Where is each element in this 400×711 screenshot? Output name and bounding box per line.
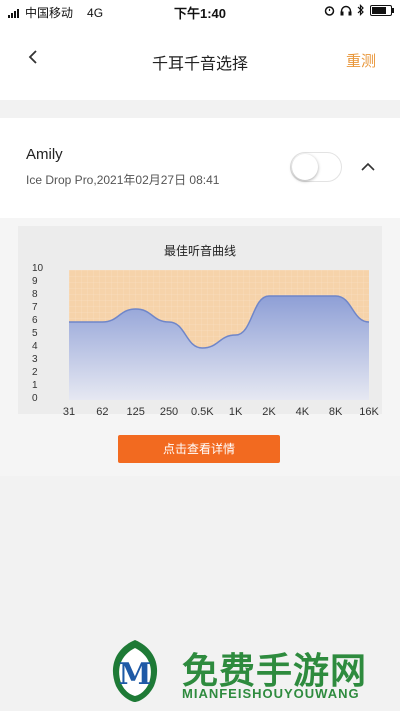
status-right [324,4,394,16]
chart-section: 最佳听音曲线 10 9 8 7 6 5 4 3 2 1 0 31 62 125 250 0.5K 1K 2K 4K… [0,218,400,476]
x-tick-label: 31 [62,406,76,418]
battery-icon [370,4,394,16]
profile-card: Amily Ice Drop Pro,2021年02月27日 08:41 [0,118,400,218]
battery-fill [372,6,386,14]
headphones-icon [340,5,352,15]
hearing-curve-chart [69,270,369,400]
y-tick-label: 8 [32,289,38,300]
page-title: 千耳千音选择 [151,56,248,73]
x-tick-label: 250 [159,406,179,418]
y-tick-label: 10 [32,263,44,274]
y-tick-label: 0 [32,393,38,404]
watermark-logo-letter: M [118,657,151,692]
x-tick-label: 2K [262,406,276,418]
alarm-icon [324,5,335,16]
x-tick-label: 0.5K [191,406,214,418]
y-tick-label: 6 [32,315,38,326]
bluetooth-icon [357,4,364,16]
watermark-logo-icon: M [112,640,158,702]
y-tick-label: 5 [32,328,38,339]
chart-title: 最佳听音曲线 [163,244,236,258]
retest-button[interactable]: 重测 [346,50,376,71]
profile-device-info: Ice Drop Pro,2021年02月27日 08:41 [26,173,220,187]
chevron-up-icon[interactable] [361,162,375,172]
nav-bar: 千耳千音选择 重测 [0,22,400,100]
status-bar: 中国移动 4G 下午1:40 [0,0,400,22]
toggle-knob [292,154,318,180]
y-tick-label: 9 [32,276,38,287]
y-tick-label: 4 [32,341,38,352]
y-tick-label: 7 [32,302,38,313]
y-tick-label: 1 [32,380,38,391]
x-tick-label: 4K [295,406,310,418]
view-details-button[interactable]: 点击查看详情 [118,435,280,463]
watermark: M 免费手游网 MIANFEISHOUYOUWANG [100,634,390,710]
x-tick-label: 16K [359,406,379,418]
x-tick-label: 8K [328,406,343,418]
x-tick-label: 125 [126,406,145,418]
x-tick-label: 1K [228,406,243,418]
y-tick-label: 2 [32,367,38,378]
x-tick-label: 62 [96,406,109,418]
profile-toggle[interactable] [290,152,342,182]
y-tick-label: 3 [32,354,38,365]
chart-panel: 最佳听音曲线 10 9 8 7 6 5 4 3 2 1 0 31 62 125 250 0.5K 1K 2K 4K… [18,226,382,418]
profile-name: Amily [26,146,63,163]
watermark-subtext: MIANFEISHOUYOUWANG [182,686,360,701]
